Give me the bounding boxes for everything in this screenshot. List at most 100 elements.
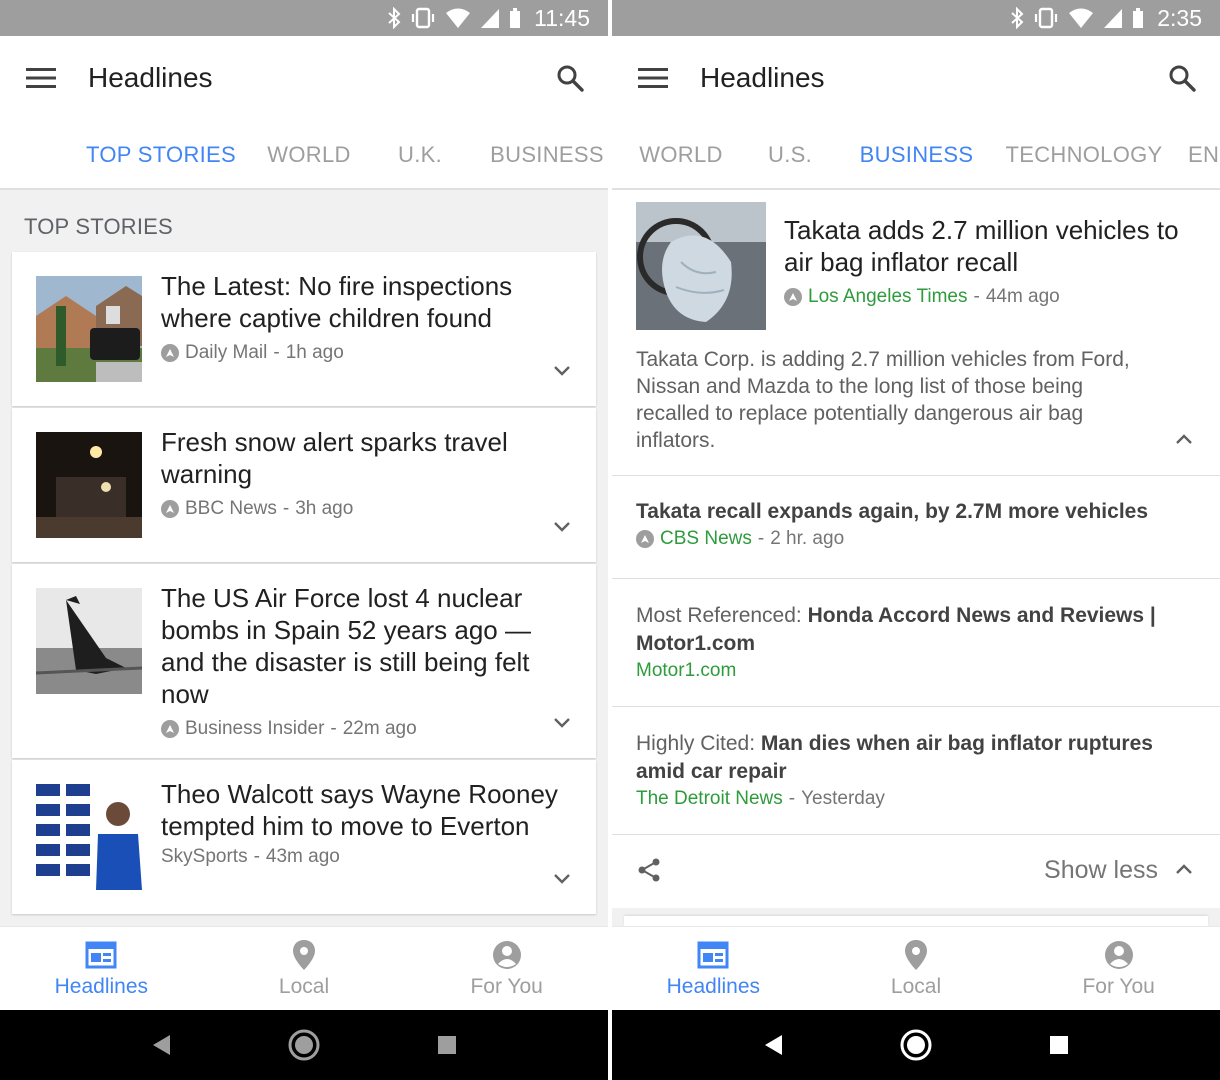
story-title[interactable]: The Latest: No fire inspections where ca…: [161, 270, 572, 334]
story-list: TOP STORIES The Latest: No fire inspecti…: [0, 190, 608, 926]
story-time: 44m ago: [985, 286, 1060, 307]
story-card[interactable]: The US Air Force lost 4 nuclear bombs in…: [12, 564, 596, 758]
recents-square-icon: [437, 1036, 456, 1054]
tab-uk[interactable]: U.K.: [367, 120, 473, 188]
page-title: Headlines: [700, 62, 825, 93]
status-time: 2:35: [1157, 4, 1202, 31]
related-story[interactable]: Takata recall expands again, by 2.7M mor…: [636, 498, 1200, 550]
nav-headlines[interactable]: Headlines: [612, 927, 815, 1010]
nav-label: For You: [1082, 974, 1155, 998]
vibrate-icon: [1033, 7, 1059, 29]
story-meta: SkySports - 43m ago: [161, 846, 340, 868]
chevron-down-icon[interactable]: [550, 866, 574, 890]
account-icon: [491, 939, 523, 971]
story-thumbnail: [36, 588, 142, 694]
related-time: 2 hr. ago: [770, 528, 845, 549]
story-meta: Los Angeles Times - 44m ago: [784, 286, 1060, 308]
chevron-down-icon[interactable]: [550, 710, 574, 734]
story-title[interactable]: Fresh snow alert sparks travel warning: [161, 426, 572, 490]
story-source[interactable]: Los Angeles Times: [808, 286, 967, 308]
related-meta: The Detroit News - Yesterday: [636, 788, 1200, 810]
related-story[interactable]: Most Referenced: Honda Accord News and R…: [636, 602, 1200, 682]
story-title[interactable]: The US Air Force lost 4 nuclear bombs in…: [161, 582, 572, 710]
tab-entertainment[interactable]: EN: [1188, 120, 1220, 188]
source-icon: [161, 500, 179, 518]
search-button[interactable]: [532, 36, 608, 120]
card-actions: Show less: [612, 834, 1220, 906]
nav-label: Headlines: [54, 974, 149, 998]
story-time: 22m ago: [342, 718, 417, 739]
show-less-label: Show less: [1044, 855, 1158, 884]
menu-button[interactable]: [612, 36, 694, 120]
chevron-down-icon[interactable]: [550, 514, 574, 538]
story-card[interactable]: Fresh snow alert sparks travel warning B…: [12, 408, 596, 562]
story-title[interactable]: Theo Walcott says Wayne Rooney tempted h…: [161, 778, 572, 842]
related-label: Most Referenced:: [636, 604, 808, 627]
related-time: Yesterday: [801, 788, 885, 809]
story-meta: BBC News - 3h ago: [161, 498, 353, 520]
nav-local[interactable]: Local: [815, 927, 1018, 1010]
related-meta: CBS News - 2 hr. ago: [636, 528, 1200, 550]
tab-top-stories[interactable]: TOP STORIES: [71, 120, 251, 188]
home-button[interactable]: [284, 1025, 324, 1065]
vibrate-icon: [410, 7, 436, 29]
tab-business[interactable]: BUSINESS: [844, 120, 989, 188]
back-button[interactable]: [753, 1025, 793, 1065]
tab-world[interactable]: WORLD: [622, 120, 740, 188]
search-icon: [1169, 65, 1196, 92]
chevron-up-icon[interactable]: [1172, 428, 1196, 452]
related-source[interactable]: CBS News: [660, 528, 752, 550]
recents-button[interactable]: [427, 1025, 467, 1065]
account-icon: [1103, 939, 1135, 971]
bottom-navigation: Headlines Local For You: [0, 926, 608, 1010]
related-story[interactable]: Highly Cited: Man dies when air bag infl…: [636, 730, 1200, 810]
section-header: TOP STORIES: [24, 214, 173, 239]
nav-for-you[interactable]: For You: [1017, 927, 1220, 1010]
related-source[interactable]: Motor1.com: [636, 660, 736, 682]
nav-label: For You: [470, 974, 543, 998]
wifi-icon: [445, 7, 471, 29]
tab-business[interactable]: BUSINESS: [473, 120, 608, 188]
story-source: BBC News: [185, 498, 277, 519]
story-title[interactable]: Takata adds 2.7 million vehicles to air …: [784, 214, 1190, 278]
tab-technology[interactable]: TECHNOLOGY: [992, 120, 1176, 188]
story-time: 43m ago: [265, 846, 340, 867]
nav-headlines[interactable]: Headlines: [0, 927, 203, 1010]
meta-separator: -: [757, 528, 765, 549]
recents-button[interactable]: [1039, 1025, 1079, 1065]
page-title: Headlines: [88, 62, 213, 93]
related-title[interactable]: Most Referenced: Honda Accord News and R…: [636, 602, 1200, 658]
home-button[interactable]: [896, 1025, 936, 1065]
related-title[interactable]: Highly Cited: Man dies when air bag infl…: [636, 730, 1200, 786]
status-time: 11:45: [534, 4, 590, 31]
source-icon: [636, 530, 654, 548]
search-icon: [557, 65, 584, 92]
meta-separator: -: [273, 342, 280, 363]
share-icon[interactable]: [636, 857, 662, 883]
tab-us[interactable]: U.S.: [740, 120, 840, 188]
story-thumbnail: [636, 202, 766, 330]
right-phone-screen: 2:35 Headlines WORLD U.S. BUSINESS TECHN…: [612, 0, 1220, 1080]
nav-for-you[interactable]: For You: [405, 927, 608, 1010]
newspaper-icon: [697, 939, 729, 971]
chevron-down-icon[interactable]: [550, 358, 574, 382]
story-thumbnail: [36, 276, 142, 382]
wifi-icon: [1068, 7, 1094, 29]
tab-world[interactable]: WORLD: [251, 120, 367, 188]
story-meta: Daily Mail - 1h ago: [161, 342, 344, 364]
meta-separator: -: [253, 846, 260, 867]
home-circle-icon: [900, 1029, 932, 1061]
back-button[interactable]: [141, 1025, 181, 1065]
story-card[interactable]: Theo Walcott says Wayne Rooney tempted h…: [12, 760, 596, 914]
search-button[interactable]: [1144, 36, 1220, 120]
menu-button[interactable]: [0, 36, 82, 120]
story-card[interactable]: The Latest: No fire inspections where ca…: [12, 252, 596, 406]
story-meta: Business Insider - 22m ago: [161, 718, 417, 740]
related-title[interactable]: Takata recall expands again, by 2.7M mor…: [636, 498, 1200, 526]
story-summary: Takata Corp. is adding 2.7 million vehic…: [636, 348, 1130, 452]
nav-label: Local: [890, 974, 942, 998]
related-source[interactable]: The Detroit News: [636, 788, 783, 810]
show-less-button[interactable]: Show less: [1044, 856, 1196, 885]
story-thumbnail: [36, 432, 142, 538]
nav-local[interactable]: Local: [203, 927, 406, 1010]
